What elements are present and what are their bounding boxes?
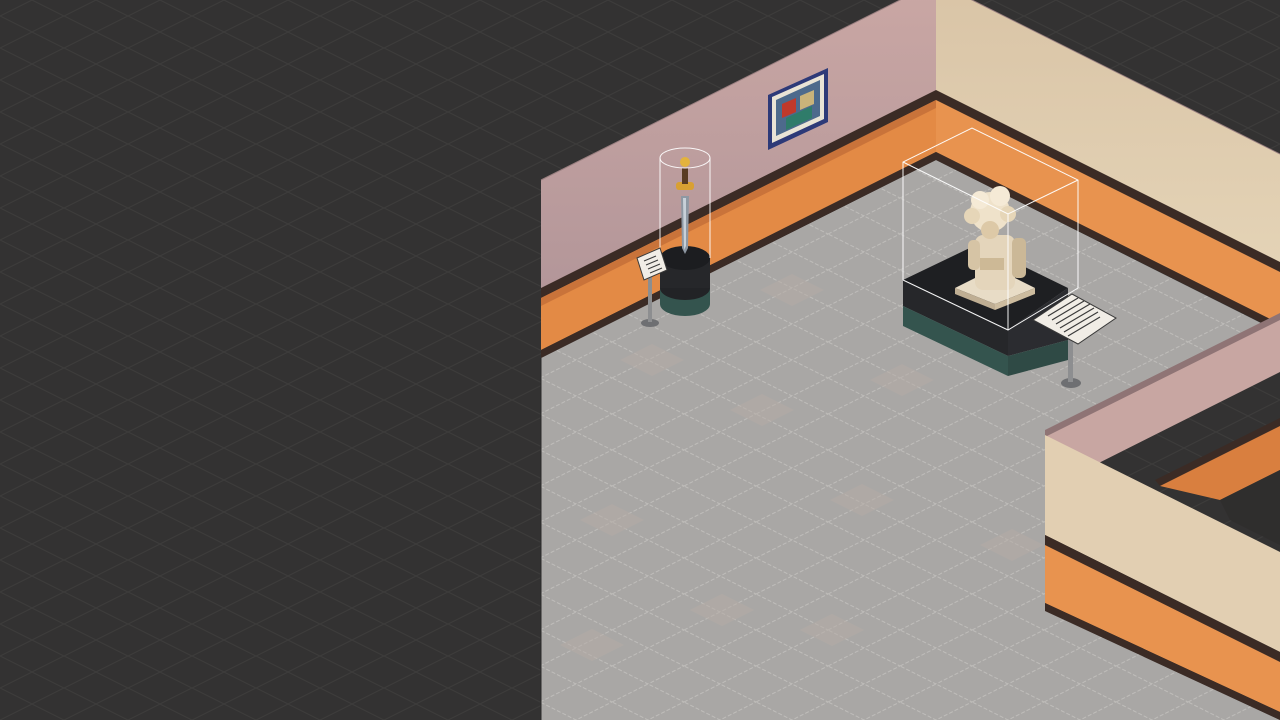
game-viewport[interactable] bbox=[0, 0, 1280, 720]
